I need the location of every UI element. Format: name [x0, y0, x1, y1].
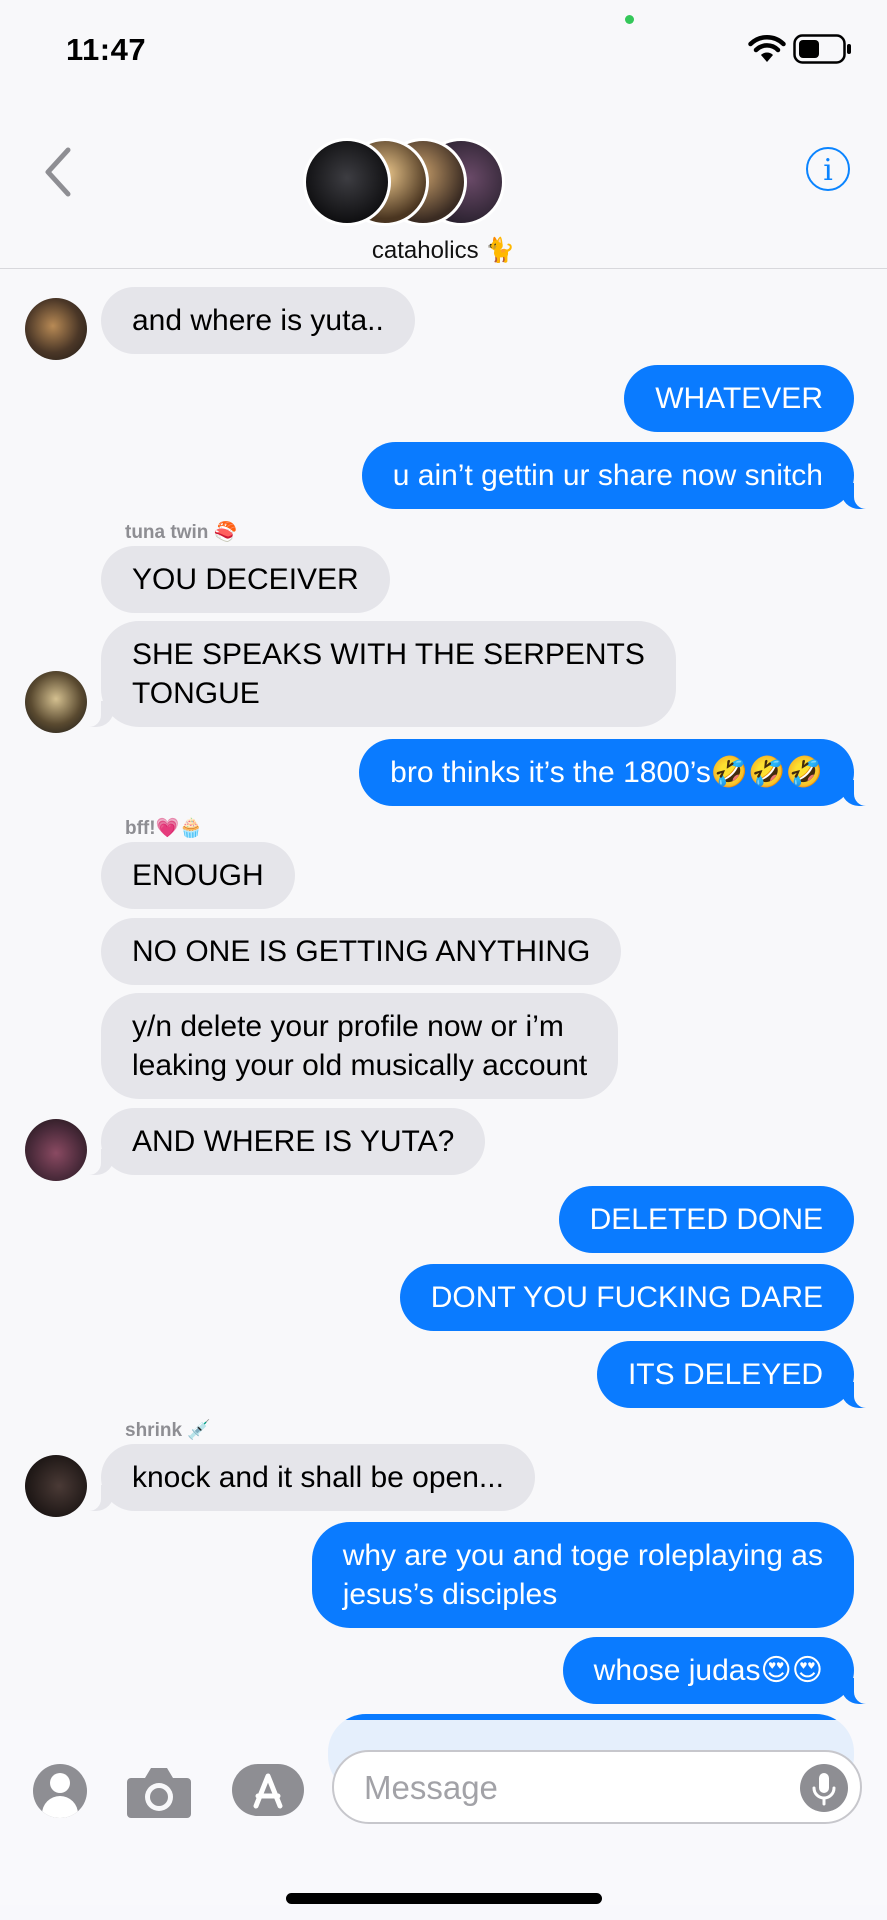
camera-in-use-indicator — [625, 15, 634, 24]
contact-icon[interactable] — [33, 1764, 87, 1818]
message-input-bar: Message — [0, 1720, 887, 1920]
message-incoming[interactable]: YOU DECEIVER — [101, 546, 390, 613]
message-outgoing[interactable]: DONT YOU FUCKING DARE — [399, 1264, 854, 1331]
group-avatars[interactable] — [303, 138, 505, 226]
home-indicator[interactable] — [286, 1893, 602, 1904]
app-store-icon[interactable] — [232, 1764, 304, 1816]
message-outgoing[interactable]: bro thinks it’s the 1800’s🤣🤣🤣 — [359, 739, 880, 806]
back-chevron-icon[interactable] — [38, 144, 78, 200]
message-outgoing[interactable]: u ain’t gettin ur share now snitch — [361, 442, 881, 509]
message-outgoing[interactable]: why are you and toge roleplaying as jesu… — [311, 1522, 854, 1628]
message-outgoing[interactable]: WHATEVER — [624, 365, 854, 432]
sender-name: shrink 💉 — [125, 1420, 211, 1441]
sender-name: tuna twin 🍣 — [125, 522, 238, 543]
mic-icon[interactable] — [800, 1764, 848, 1812]
sender-name: bff!💗🧁 — [125, 818, 203, 839]
message-incoming[interactable]: and where is yuta.. — [101, 287, 415, 354]
avatar — [25, 671, 87, 733]
conversation-header: cataholics 🐈 i — [0, 100, 887, 269]
info-icon[interactable]: i — [806, 147, 850, 191]
message-incoming[interactable]: AND WHERE IS YUTA? — [74, 1108, 486, 1175]
message-incoming[interactable]: ENOUGH — [101, 842, 295, 909]
message-incoming[interactable]: y/n delete your profile now or i’m leaki… — [101, 993, 619, 1099]
status-bar: 11:47 — [0, 0, 887, 100]
message-placeholder: Message — [364, 1769, 498, 1806]
message-outgoing[interactable]: DELETED DONE — [558, 1186, 854, 1253]
avatar — [303, 138, 391, 226]
message-incoming[interactable]: knock and it shall be open... — [75, 1444, 535, 1511]
avatar — [25, 298, 87, 360]
wifi-icon — [748, 34, 786, 62]
message-input[interactable]: Message — [332, 1750, 862, 1824]
camera-icon[interactable] — [125, 1764, 193, 1820]
message-outgoing[interactable]: whose judas😍😍 — [562, 1637, 881, 1704]
message-incoming[interactable]: NO ONE IS GETTING ANYTHING — [101, 918, 622, 985]
battery-icon — [793, 34, 851, 64]
avatar — [25, 1455, 87, 1517]
group-name[interactable]: cataholics 🐈 — [0, 236, 887, 265]
message-incoming[interactable]: SHE SPEAKS WITH THE SERPENTS TONGUE — [75, 621, 676, 727]
status-time: 11:47 — [66, 32, 147, 67]
avatar — [25, 1119, 87, 1181]
message-outgoing[interactable]: ITS DELEYED — [596, 1341, 881, 1408]
